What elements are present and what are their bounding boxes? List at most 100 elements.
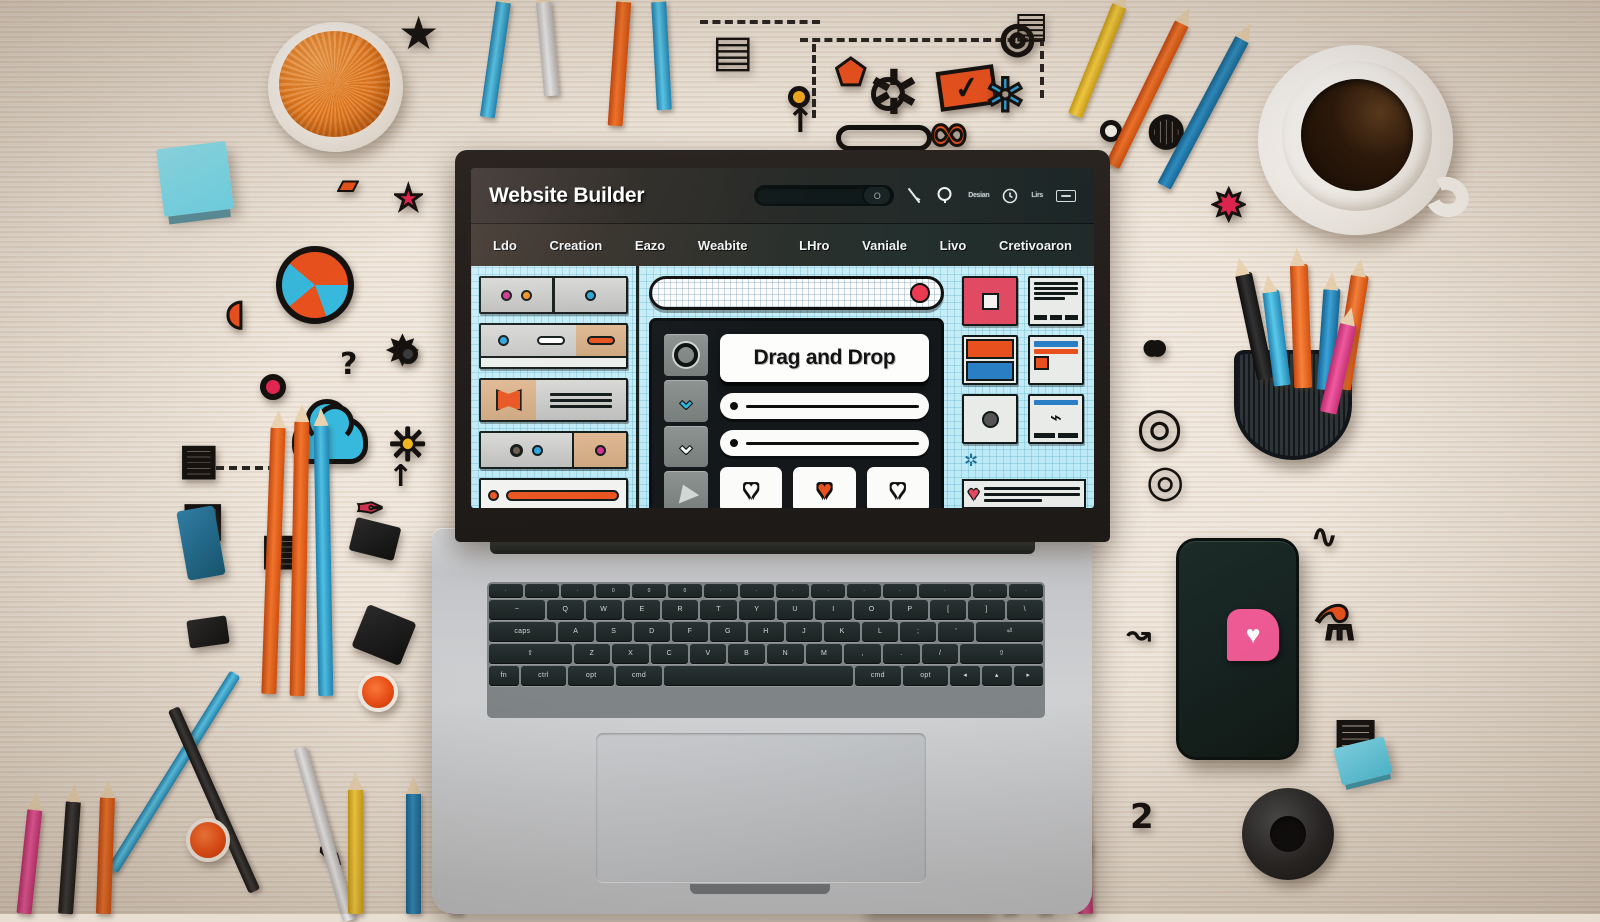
key[interactable]: M (805, 644, 843, 664)
ellipse-tool[interactable] (664, 334, 708, 376)
key[interactable]: B (728, 644, 765, 664)
cursor-tool[interactable] (664, 471, 708, 508)
key[interactable]: · (883, 584, 917, 598)
key[interactable]: C (650, 644, 688, 664)
key[interactable]: · (489, 584, 523, 598)
key[interactable]: ◂ (950, 666, 980, 686)
key[interactable]: K (824, 622, 861, 642)
key[interactable]: · (739, 584, 774, 598)
trackpad[interactable] (596, 733, 926, 883)
design-label[interactable]: Desian (968, 192, 989, 199)
key[interactable]: T (700, 600, 737, 620)
chevron-down-tool-blue[interactable]: ⌄ (664, 379, 708, 422)
key[interactable]: Q (547, 600, 584, 620)
key[interactable]: Z (573, 644, 611, 664)
drag-and-drop-zone[interactable]: Drag and Drop (720, 334, 929, 382)
key[interactable]: L (862, 622, 899, 642)
key[interactable]: · (973, 584, 1008, 598)
key[interactable]: I (815, 600, 852, 620)
layers-label[interactable]: Lirs (1031, 192, 1043, 199)
key[interactable]: O (853, 600, 890, 620)
key[interactable]: · (811, 584, 846, 598)
key[interactable]: fn (489, 666, 519, 686)
record-dot-icon[interactable] (910, 283, 930, 303)
key[interactable]: opt (902, 666, 949, 686)
widget-three-dots[interactable] (479, 276, 628, 314)
key[interactable]: ⇧ (960, 644, 1043, 664)
key[interactable]: · (703, 584, 738, 598)
heart-button-outline-right[interactable]: ♥ (866, 467, 929, 508)
key[interactable]: D (633, 622, 670, 642)
key[interactable]: ⇧ (489, 644, 572, 664)
laptop-keyboard[interactable]: · · · 0 00 · · · · · · · · · ~ QW ER TY UI OP … (487, 582, 1045, 718)
chevron-down-tool-white[interactable]: ⌄ (664, 425, 708, 468)
canvas-field-1[interactable] (720, 393, 929, 419)
key[interactable]: N (766, 644, 804, 664)
key[interactable]: E (623, 600, 661, 620)
key[interactable]: · (524, 584, 559, 598)
key[interactable]: ~ (489, 600, 546, 620)
template-chart-card[interactable]: ⌁ (1028, 394, 1084, 444)
search-icon[interactable] (936, 186, 955, 205)
gear-icon[interactable]: ✲ (964, 453, 978, 470)
smartphone[interactable]: ♥ (1176, 538, 1299, 760)
key[interactable]: ⏎ (976, 622, 1043, 642)
key[interactable]: F (671, 622, 708, 642)
nav-item-4[interactable]: LHro (799, 238, 829, 253)
history-icon[interactable] (1002, 188, 1018, 204)
key[interactable]: W (585, 600, 622, 620)
key[interactable]: · (1009, 584, 1044, 598)
widget-media-text[interactable] (479, 378, 628, 422)
key[interactable]: 0 (668, 584, 702, 598)
key[interactable]: 0 (632, 584, 667, 598)
canvas-field-2[interactable] (720, 430, 929, 456)
template-photo-card[interactable] (962, 394, 1018, 444)
nav-item-6[interactable]: Livo (940, 238, 967, 253)
nav-item-7[interactable]: Cretivoaron (999, 238, 1072, 253)
key[interactable]: . (883, 644, 920, 664)
key[interactable]: P (891, 600, 929, 620)
key[interactable]: , (844, 644, 882, 664)
panel-toggle-button[interactable] (1056, 189, 1076, 202)
heart-button-filled[interactable]: ♥ (793, 467, 856, 508)
key[interactable]: ▴ (981, 666, 1012, 686)
widget-toolbar[interactable] (479, 323, 628, 369)
key[interactable]: / (921, 644, 959, 664)
key[interactable]: · (560, 584, 595, 598)
key[interactable]: \ (1006, 600, 1043, 620)
widget-avatars[interactable] (479, 431, 628, 469)
key[interactable]: · (775, 584, 810, 598)
key[interactable]: ; (900, 622, 937, 642)
nav-item-5[interactable]: Vaniale (862, 238, 907, 253)
key[interactable]: G (709, 622, 746, 642)
key[interactable]: 0 (596, 584, 631, 598)
widget-progress[interactable] (479, 478, 628, 508)
key[interactable]: ctrl (520, 666, 567, 686)
key[interactable]: V (689, 644, 727, 664)
search-input[interactable]: O (754, 185, 895, 206)
nav-item-2[interactable]: Eazo (635, 238, 665, 253)
key[interactable]: X (612, 644, 649, 664)
app-icon[interactable]: ♥ (1227, 609, 1279, 661)
key[interactable]: [ (930, 600, 967, 620)
heart-button-outline-left[interactable]: ♥ (720, 467, 783, 508)
key[interactable]: S (595, 622, 632, 642)
key[interactable]: H (747, 622, 784, 642)
key[interactable]: · (918, 584, 972, 598)
template-open-book[interactable] (962, 335, 1018, 385)
nav-item-0[interactable]: Ldo (493, 238, 517, 253)
key[interactable]: opt (568, 666, 615, 686)
key[interactable]: R (662, 600, 699, 620)
template-pink-image[interactable] (962, 276, 1018, 326)
key[interactable]: ' (938, 622, 975, 642)
pen-tool-icon[interactable] (906, 187, 923, 204)
key[interactable]: U (776, 600, 814, 620)
template-landing-page[interactable] (1028, 335, 1084, 385)
nav-item-1[interactable]: Creation (550, 238, 603, 253)
key[interactable]: · (847, 584, 882, 598)
key[interactable]: Y (738, 600, 775, 620)
urlbar-knob[interactable]: O (862, 185, 893, 206)
key[interactable]: cmd (854, 666, 901, 686)
key[interactable]: ▸ (1013, 666, 1044, 686)
nav-item-3[interactable]: Weabite (698, 238, 748, 253)
